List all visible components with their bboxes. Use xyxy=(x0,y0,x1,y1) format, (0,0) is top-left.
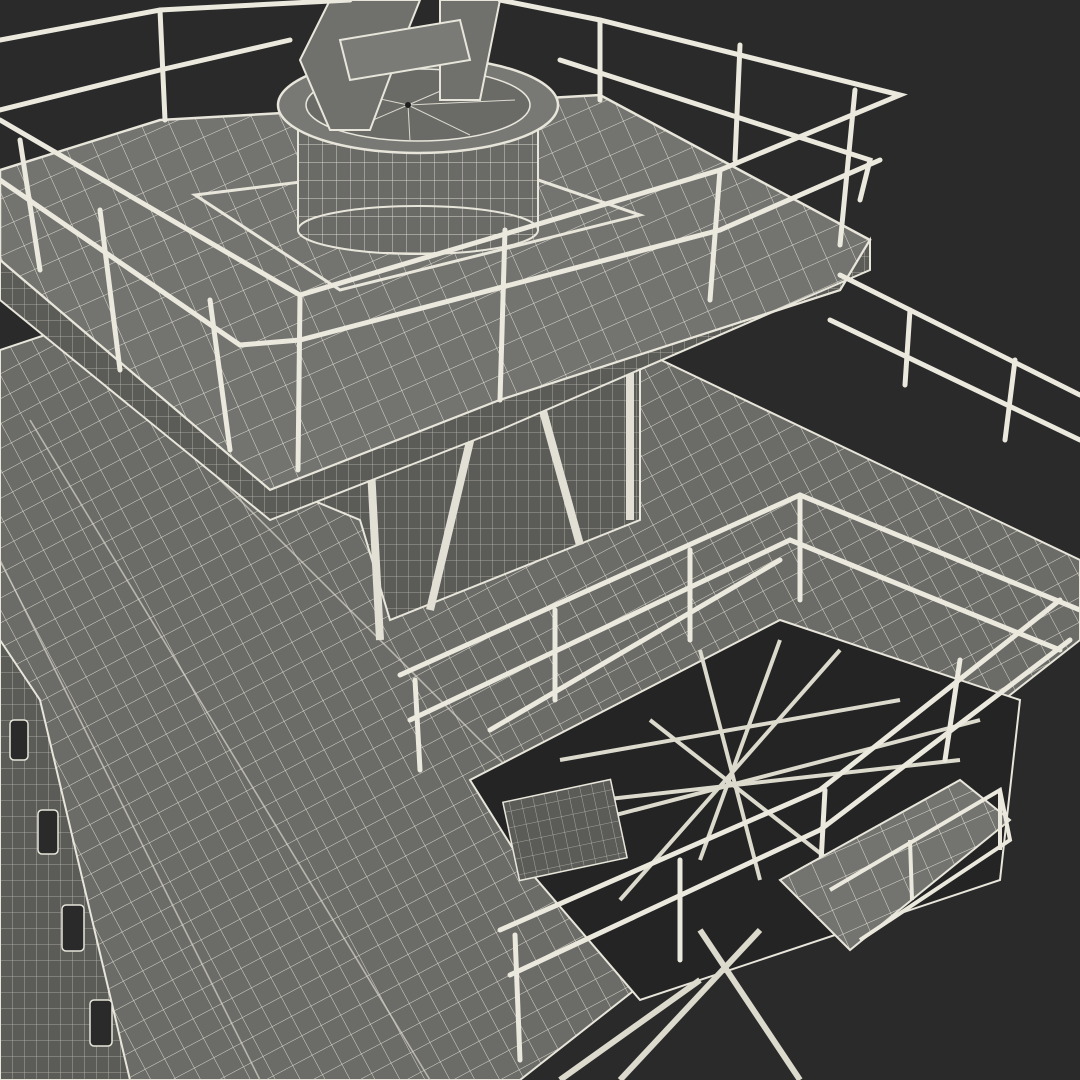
wireframe-render xyxy=(0,0,1080,1080)
